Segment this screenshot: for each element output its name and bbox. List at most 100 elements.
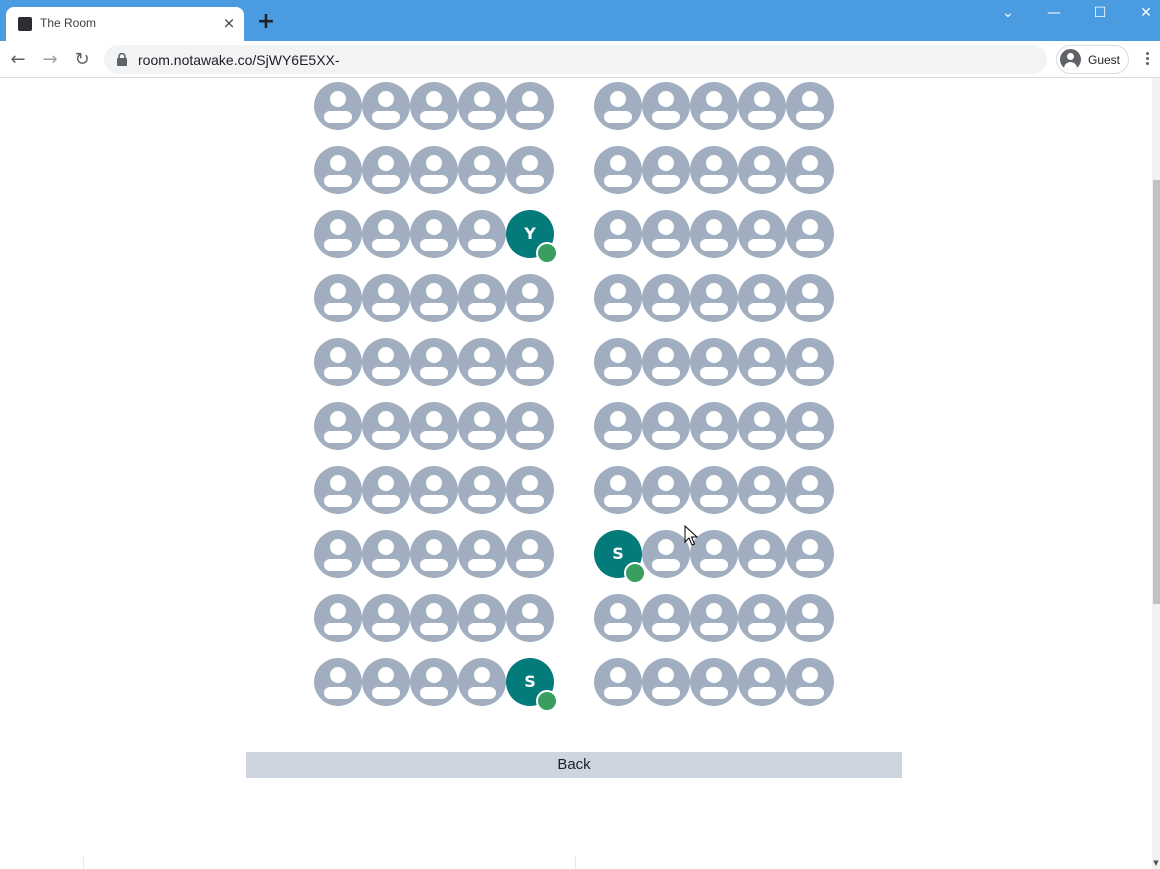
seat[interactable] bbox=[312, 144, 362, 208]
seat[interactable] bbox=[408, 528, 458, 592]
seat[interactable] bbox=[360, 464, 410, 528]
seat[interactable] bbox=[784, 592, 834, 656]
seat[interactable] bbox=[456, 464, 506, 528]
seat[interactable] bbox=[456, 336, 506, 400]
seat[interactable] bbox=[784, 144, 834, 208]
seat[interactable] bbox=[640, 464, 690, 528]
seat[interactable] bbox=[360, 272, 410, 336]
seat[interactable] bbox=[408, 208, 458, 272]
seat[interactable] bbox=[408, 400, 458, 464]
seat[interactable] bbox=[592, 208, 642, 272]
minimize-icon[interactable]: — bbox=[1043, 4, 1065, 22]
seat[interactable] bbox=[408, 656, 458, 720]
seat[interactable] bbox=[408, 336, 458, 400]
scrollbar-thumb[interactable] bbox=[1153, 180, 1160, 604]
seat[interactable] bbox=[736, 336, 786, 400]
seat[interactable] bbox=[312, 592, 362, 656]
tab-close-icon[interactable]: × bbox=[220, 14, 238, 32]
seat[interactable] bbox=[312, 400, 362, 464]
seat[interactable] bbox=[456, 144, 506, 208]
seat[interactable] bbox=[688, 272, 738, 336]
seat[interactable] bbox=[688, 208, 738, 272]
seat[interactable] bbox=[640, 336, 690, 400]
seat[interactable] bbox=[456, 400, 506, 464]
seat[interactable] bbox=[360, 80, 410, 144]
seat[interactable] bbox=[784, 208, 834, 272]
seat[interactable] bbox=[640, 656, 690, 720]
seat[interactable] bbox=[784, 272, 834, 336]
new-tab-icon[interactable]: + bbox=[256, 11, 276, 33]
seat[interactable] bbox=[456, 656, 506, 720]
seat[interactable] bbox=[312, 336, 362, 400]
seat[interactable] bbox=[312, 464, 362, 528]
seat[interactable] bbox=[640, 592, 690, 656]
seat[interactable] bbox=[736, 272, 786, 336]
seat[interactable] bbox=[504, 272, 554, 336]
seat[interactable] bbox=[408, 464, 458, 528]
seat[interactable] bbox=[456, 80, 506, 144]
seat[interactable] bbox=[640, 144, 690, 208]
seat[interactable] bbox=[360, 144, 410, 208]
seat[interactable] bbox=[784, 656, 834, 720]
seat[interactable] bbox=[592, 80, 642, 144]
seat[interactable] bbox=[784, 528, 834, 592]
seat[interactable] bbox=[640, 272, 690, 336]
seat[interactable] bbox=[312, 208, 362, 272]
seat[interactable] bbox=[784, 400, 834, 464]
seat[interactable] bbox=[592, 144, 642, 208]
seat[interactable] bbox=[592, 336, 642, 400]
seat[interactable]: S bbox=[592, 528, 646, 592]
seat[interactable] bbox=[408, 272, 458, 336]
seat[interactable] bbox=[688, 80, 738, 144]
close-window-icon[interactable]: ✕ bbox=[1135, 4, 1157, 22]
back-button[interactable]: Back bbox=[246, 752, 902, 778]
seat[interactable] bbox=[360, 592, 410, 656]
seat[interactable] bbox=[360, 208, 410, 272]
browser-tab[interactable]: The Room × bbox=[6, 7, 244, 41]
seat[interactable] bbox=[640, 528, 690, 592]
seat[interactable] bbox=[736, 144, 786, 208]
seat[interactable] bbox=[504, 336, 554, 400]
seat[interactable] bbox=[504, 400, 554, 464]
seat[interactable] bbox=[784, 80, 834, 144]
seat[interactable] bbox=[456, 592, 506, 656]
seat[interactable]: Y bbox=[504, 208, 558, 272]
seat[interactable] bbox=[504, 528, 554, 592]
seat[interactable] bbox=[688, 144, 738, 208]
seat[interactable] bbox=[640, 80, 690, 144]
seat[interactable] bbox=[784, 464, 834, 528]
address-bar[interactable]: room.notawake.co/SjWY6E5XX- bbox=[104, 45, 1047, 74]
browser-menu-icon[interactable] bbox=[1139, 50, 1155, 70]
seat[interactable] bbox=[688, 400, 738, 464]
seat[interactable] bbox=[736, 656, 786, 720]
seat[interactable] bbox=[456, 272, 506, 336]
seat[interactable] bbox=[688, 464, 738, 528]
seat[interactable] bbox=[504, 592, 554, 656]
seat[interactable] bbox=[736, 528, 786, 592]
seat[interactable] bbox=[592, 400, 642, 464]
seat[interactable] bbox=[456, 208, 506, 272]
seat[interactable] bbox=[312, 80, 362, 144]
seat[interactable] bbox=[408, 80, 458, 144]
seat[interactable] bbox=[360, 528, 410, 592]
seat[interactable] bbox=[312, 272, 362, 336]
tab-search-icon[interactable]: ⌄ bbox=[997, 4, 1019, 22]
maximize-icon[interactable]: ☐ bbox=[1089, 4, 1111, 22]
seat[interactable] bbox=[784, 336, 834, 400]
seat[interactable] bbox=[592, 656, 642, 720]
seat[interactable] bbox=[592, 272, 642, 336]
seat[interactable] bbox=[640, 400, 690, 464]
seat[interactable] bbox=[736, 464, 786, 528]
seat[interactable] bbox=[312, 656, 362, 720]
seat[interactable] bbox=[408, 592, 458, 656]
reload-icon[interactable]: ↻ bbox=[70, 48, 94, 72]
seat[interactable]: S bbox=[504, 656, 558, 720]
profile-button[interactable]: Guest bbox=[1056, 45, 1129, 74]
seat[interactable] bbox=[592, 592, 642, 656]
seat[interactable] bbox=[688, 592, 738, 656]
seat[interactable] bbox=[504, 464, 554, 528]
seat[interactable] bbox=[360, 400, 410, 464]
seat[interactable] bbox=[360, 336, 410, 400]
scroll-down-icon[interactable]: ▼ bbox=[1152, 859, 1160, 867]
seat[interactable] bbox=[736, 208, 786, 272]
